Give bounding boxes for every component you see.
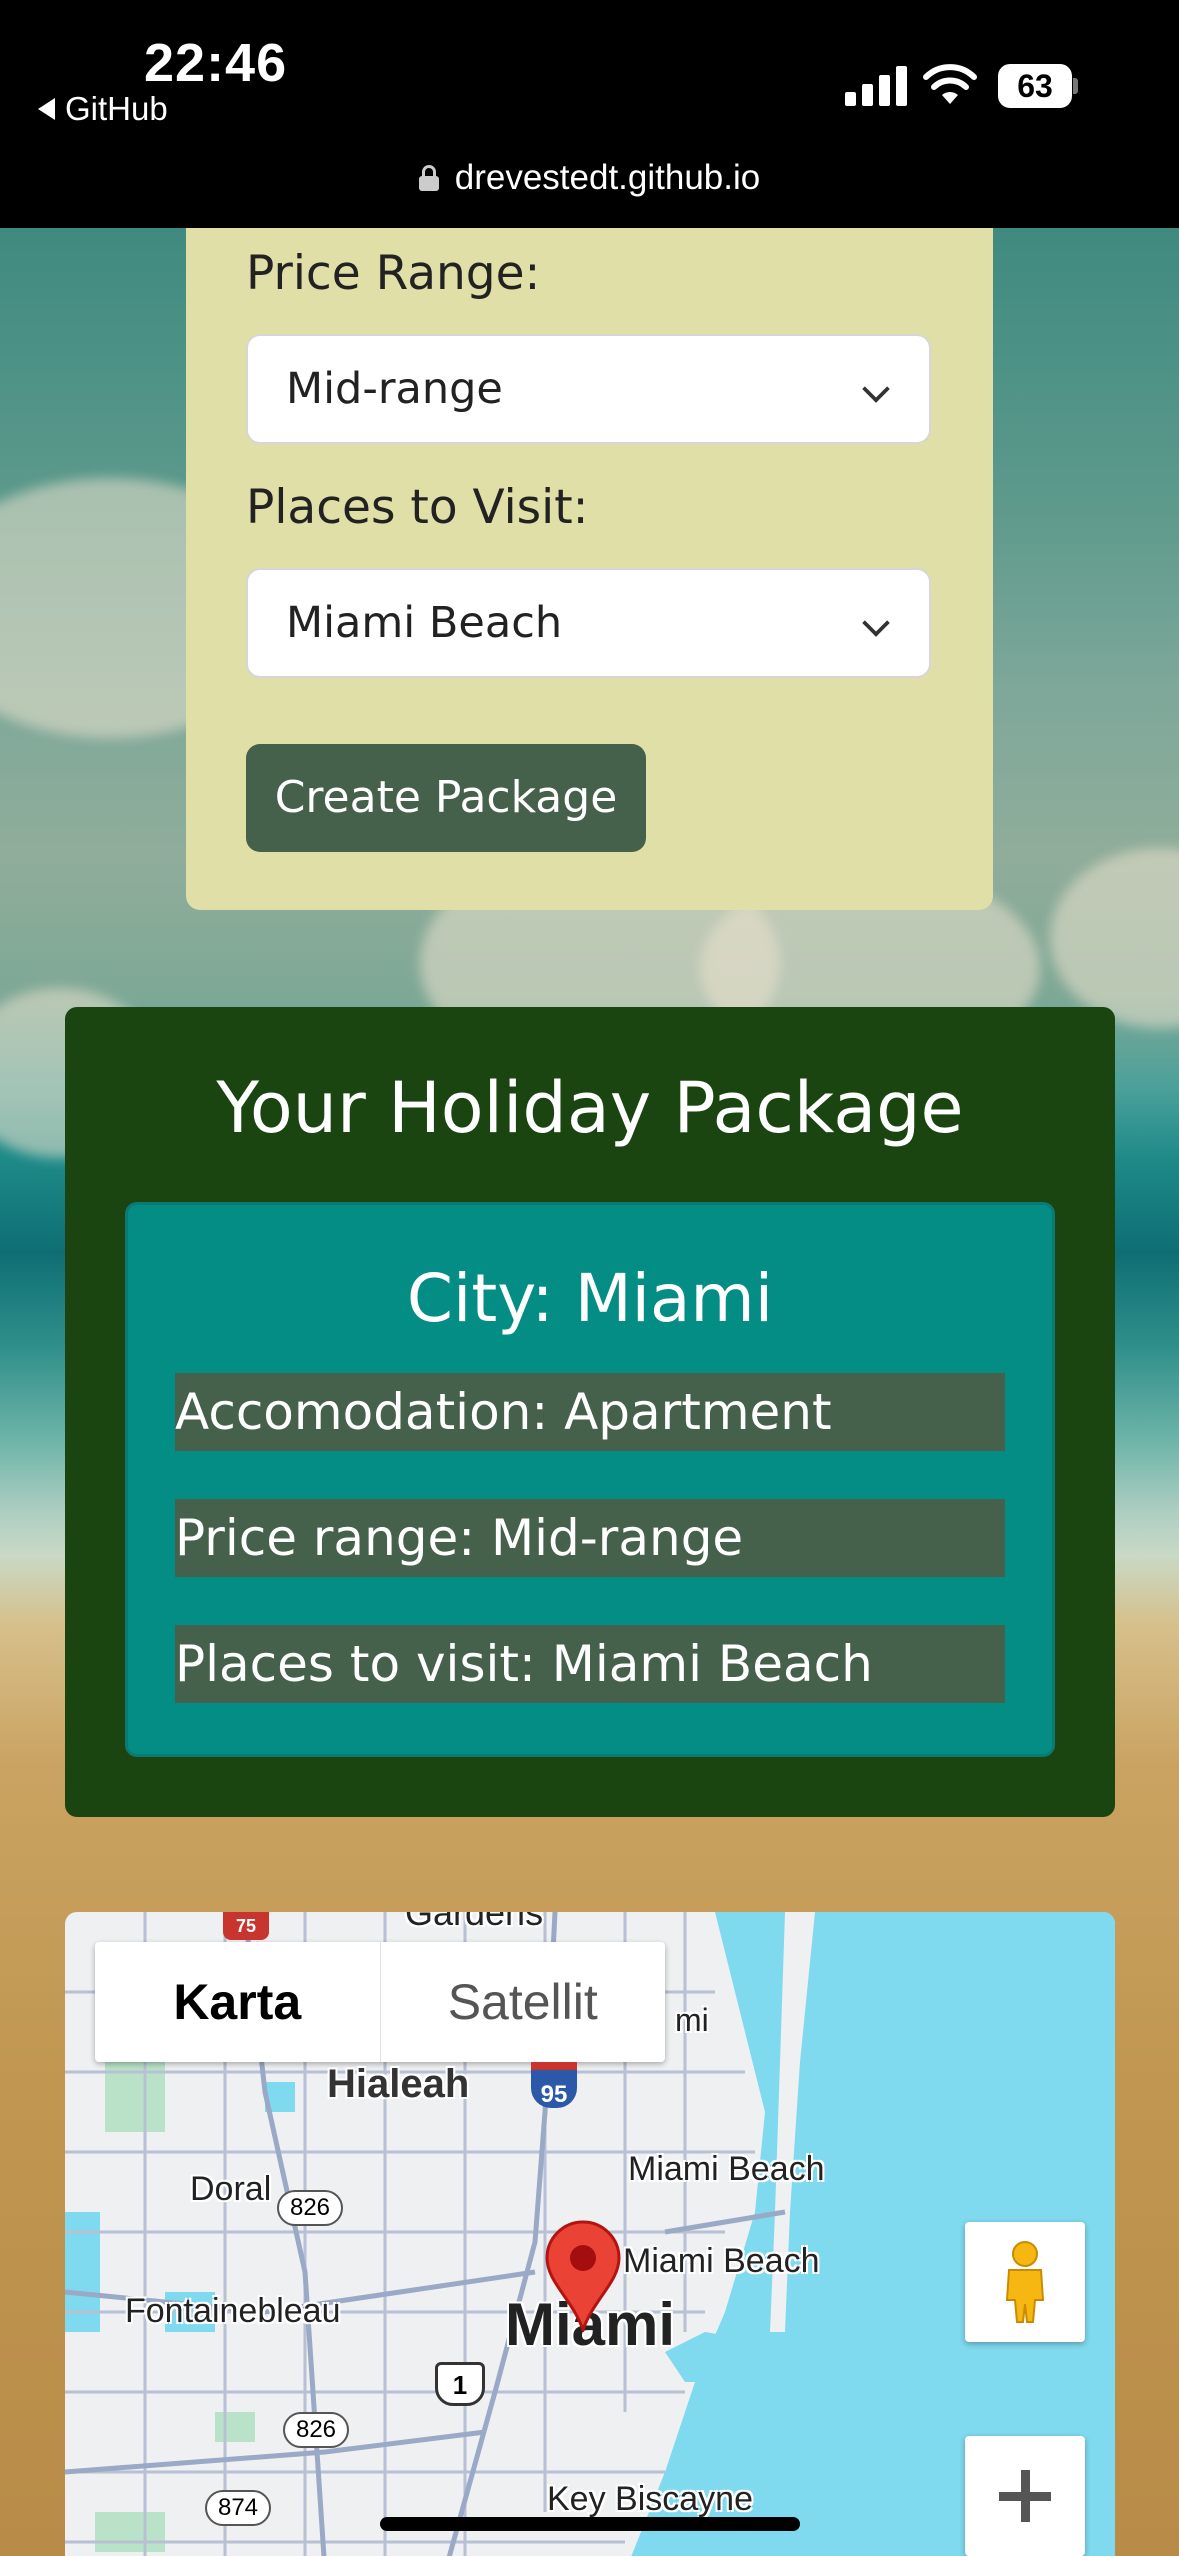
map-type-satellit[interactable]: Satellit [381, 1942, 666, 2062]
map-label-gardens: Gardens [405, 1912, 544, 1933]
package-accommodation: Accomodation: Apartment [175, 1373, 1005, 1451]
map-marker-icon[interactable] [543, 2220, 623, 2332]
chevron-down-icon [862, 609, 890, 637]
google-map[interactable]: Karta Satellit Gardens mi Hialeah Doral … [65, 1912, 1115, 2556]
map-type-control: Karta Satellit [95, 1942, 665, 2062]
map-label-hialeah: Hialeah [327, 2062, 470, 2106]
price-range-select[interactable]: Mid-range [246, 334, 931, 444]
package-form: Price Range: Mid-range Places to Visit: … [186, 228, 993, 910]
create-package-button[interactable]: Create Package [246, 744, 646, 852]
back-arrow-icon [38, 98, 55, 120]
map-label-mi: mi [675, 2002, 709, 2038]
map-type-karta[interactable]: Karta [95, 1942, 381, 2062]
map-label-miami-beach-1: Miami Beach [628, 2150, 825, 2188]
back-app-label: GitHub [65, 90, 168, 127]
battery-level: 63 [998, 64, 1072, 108]
cellular-signal-icon [845, 64, 907, 106]
package-details: City: Miami Accomodation: Apartment Pric… [125, 1202, 1055, 1757]
package-city: City: Miami [406, 1260, 774, 1337]
price-range-label: Price Range: [246, 246, 541, 301]
pegman-icon [1005, 2241, 1045, 2323]
home-indicator [380, 2517, 800, 2531]
route-shield-75: 75 [223, 1912, 269, 1940]
map-label-key-biscayne: Key Biscayne [547, 2480, 753, 2518]
street-view-pegman-button[interactable] [965, 2222, 1085, 2342]
package-title: Your Holiday Package [216, 1067, 964, 1149]
clock: 22:46 [144, 33, 288, 93]
package-places: Places to visit: Miami Beach [175, 1625, 1005, 1703]
chevron-down-icon [862, 375, 890, 403]
holiday-package-card: Your Holiday Package City: Miami Accomod… [65, 1007, 1115, 1817]
url-text: drevestedt.github.io [454, 158, 761, 197]
package-price-range: Price range: Mid-range [175, 1499, 1005, 1577]
lock-icon [418, 165, 439, 191]
map-label-doral: Doral [190, 2170, 272, 2208]
price-range-value: Mid-range [286, 364, 503, 414]
battery-icon: 63 [998, 64, 1078, 108]
places-value: Miami Beach [286, 598, 563, 648]
status-bar: 22:46 GitHub 63 drevestedt.github.io [0, 0, 1179, 228]
places-label: Places to Visit: [246, 480, 589, 535]
route-shield-95: 95 [531, 2062, 577, 2108]
route-shield-826a: 826 [277, 2190, 343, 2226]
url-bar[interactable]: drevestedt.github.io [0, 158, 1179, 198]
route-shield-us1: 1 [435, 2362, 485, 2406]
map-label-miami-beach-2: Miami Beach [623, 2242, 820, 2280]
places-select[interactable]: Miami Beach [246, 568, 931, 678]
wifi-icon [923, 64, 977, 104]
zoom-in-button[interactable] [965, 2436, 1085, 2556]
map-label-fontainebleau: Fontainebleau [125, 2292, 341, 2330]
route-shield-874: 874 [205, 2490, 271, 2526]
back-to-app-link[interactable]: GitHub [38, 90, 168, 128]
route-shield-826b: 826 [283, 2412, 349, 2448]
